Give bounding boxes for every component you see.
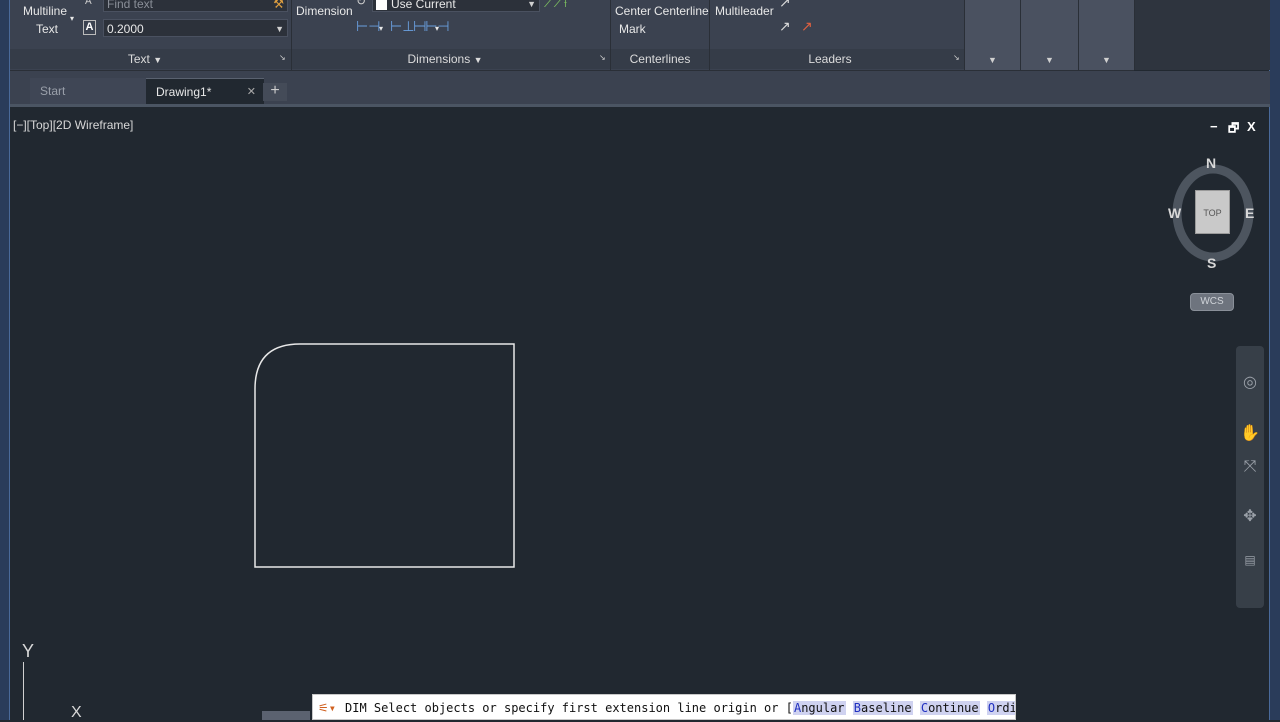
command-icon[interactable]: ⚟▾ [318, 695, 336, 719]
ucs-x-label: X [71, 704, 82, 721]
option-key: C [920, 701, 929, 715]
option-key: B [853, 701, 862, 715]
option-rest: rdinate [995, 701, 1016, 715]
option-rest: aseline [861, 701, 912, 715]
command-prompt: DIM Select objects or specify first exte… [345, 695, 1016, 719]
option-continue[interactable]: Continue [919, 701, 980, 715]
ucs-y-label: Y [22, 641, 35, 661]
option-baseline[interactable]: Baseline [852, 701, 913, 715]
command-prompt-text: Select objects or specify first extensio… [373, 701, 793, 715]
option-ordinate[interactable]: Ordinate [986, 701, 1016, 715]
command-name: DIM [345, 701, 367, 715]
drawing-canvas[interactable] [0, 0, 1280, 720]
command-line-grip[interactable] [262, 711, 310, 720]
option-rest: ngular [801, 701, 845, 715]
option-rest: ontinue [928, 701, 979, 715]
option-angular[interactable]: Angular [792, 701, 846, 715]
rounded-rectangle-shape [254, 343, 515, 568]
ucs-y-axis [23, 662, 24, 720]
command-line[interactable]: ⚟▾ DIM Select objects or specify first e… [312, 694, 1016, 720]
